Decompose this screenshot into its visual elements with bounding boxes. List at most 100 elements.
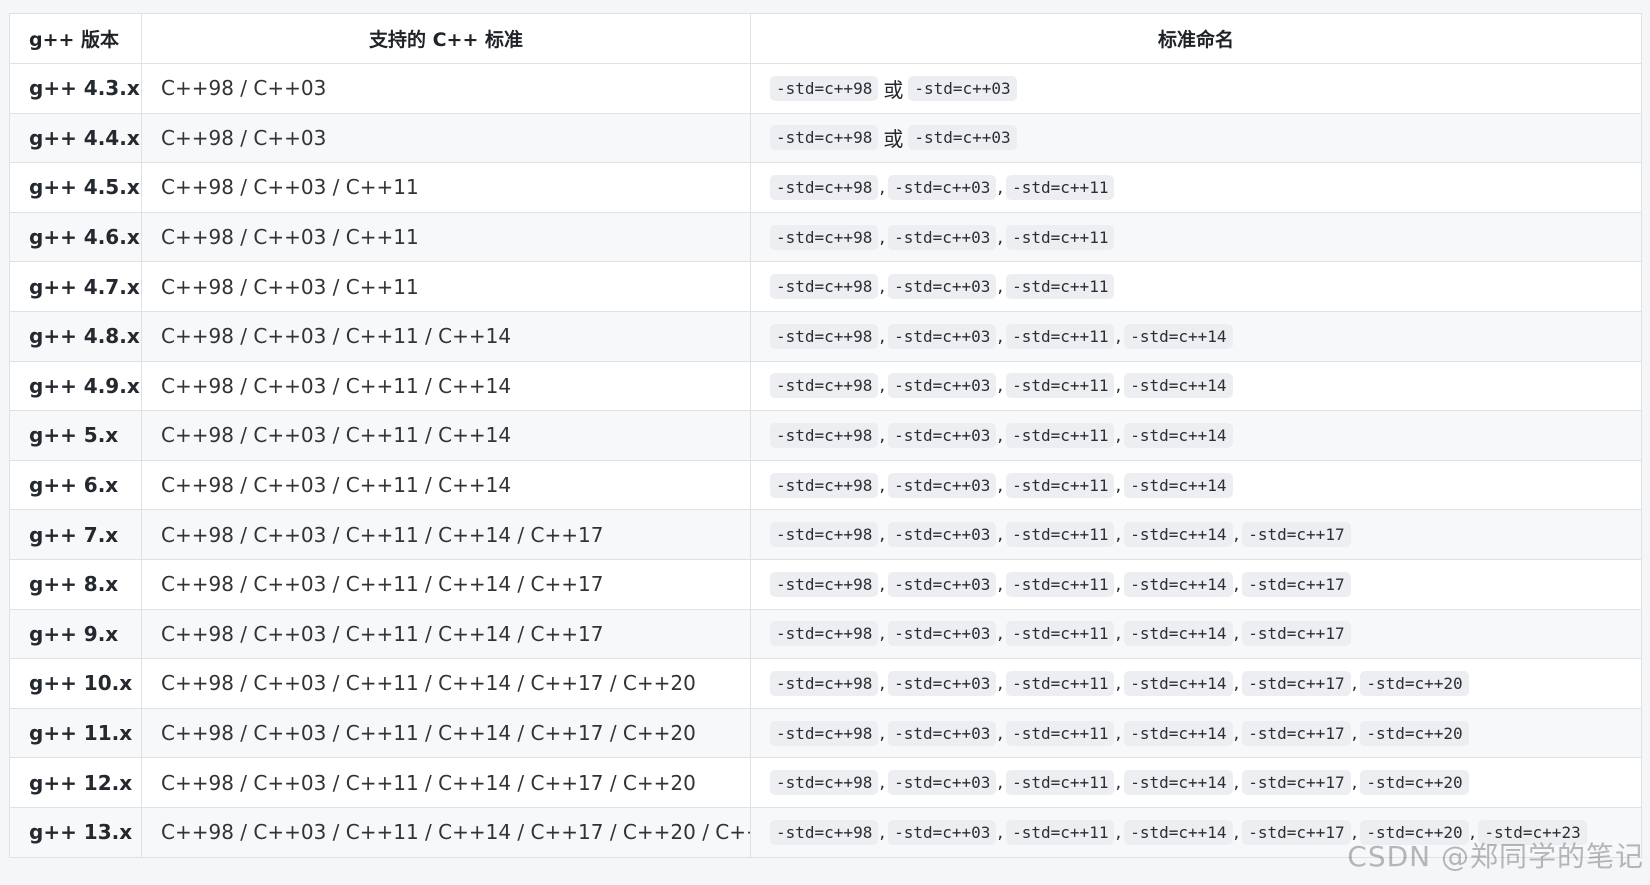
- gcc-version-cell: g++ 4.7.x: [9, 261, 142, 312]
- flag-separator: ,: [1115, 424, 1122, 446]
- supported-standards-cell: C++98 / C++03 / C++11 / C++14: [141, 310, 751, 362]
- flag-separator: ,: [1233, 821, 1240, 843]
- flag-separator: ,: [1233, 524, 1240, 546]
- std-flag-code: -std=c++17: [1242, 522, 1351, 548]
- std-flag-code: -std=c++03: [888, 174, 997, 200]
- flag-separator: ,: [879, 623, 886, 645]
- std-flag-code: -std=c++11: [1006, 819, 1115, 845]
- table-row: g++ 11.x C++98 / C++03 / C++11 / C++14 / …: [9, 707, 1642, 759]
- std-flag-code: -std=c++11: [1006, 174, 1115, 200]
- flag-separator: ,: [1351, 772, 1358, 794]
- gcc-version-cell: g++ 13.x: [9, 806, 142, 858]
- gcc-version-cell: g++ 10.x: [9, 658, 142, 709]
- flag-separator: ,: [997, 623, 1004, 645]
- std-flag-code: -std=c++98: [770, 75, 879, 101]
- flag-separator: ,: [879, 821, 886, 843]
- std-flag-code: -std=c++11: [1006, 522, 1115, 548]
- std-flag-code: -std=c++14: [1124, 422, 1233, 448]
- std-flag-code: -std=c++98: [770, 125, 879, 151]
- std-flags-cell: -std=c++98, -std=c++03, -std=c++11, -std=c+…: [750, 558, 1642, 610]
- table-row: g++ 10.x C++98 / C++03 / C++11 / C++14 / …: [9, 658, 1642, 709]
- std-flag-code: -std=c++98: [770, 819, 879, 845]
- std-flags-cell: -std=c++98, -std=c++03, -std=c++11: [750, 162, 1642, 213]
- flag-separator: ,: [1233, 623, 1240, 645]
- std-flags-cell: -std=c++98, -std=c++03, -std=c++11, -std=c+…: [750, 360, 1642, 412]
- flag-or-text: 或: [883, 77, 904, 102]
- flag-separator: ,: [1115, 722, 1122, 744]
- flag-separator: ,: [879, 722, 886, 744]
- std-flag-code: -std=c++98: [770, 224, 879, 250]
- supported-standards-cell: C++98 / C++03 / C++11 / C++14 / C++17: [141, 509, 751, 560]
- std-flags-cell: -std=c++98, -std=c++03, -std=c++11: [750, 211, 1642, 263]
- flag-separator: ,: [997, 722, 1004, 744]
- std-flag-code: -std=c++98: [770, 274, 879, 300]
- std-flag-code: -std=c++03: [888, 770, 997, 796]
- std-flag-code: -std=c++14: [1124, 571, 1233, 597]
- std-flag-code: -std=c++11: [1006, 770, 1115, 796]
- std-flag-code: -std=c++11: [1006, 323, 1115, 349]
- std-flag-code: -std=c++20: [1360, 720, 1469, 746]
- gcc-version-cell: g++ 9.x: [9, 608, 142, 660]
- std-flags-cell: -std=c++98 或 -std=c++03: [750, 63, 1642, 114]
- std-flag-code: -std=c++20: [1360, 670, 1469, 696]
- std-flag-code: -std=c++98: [770, 472, 879, 498]
- std-flag-code: -std=c++14: [1124, 621, 1233, 647]
- flag-separator: ,: [997, 772, 1004, 794]
- flag-separator: ,: [879, 226, 886, 248]
- supported-standards-cell: C++98 / C++03 / C++11: [141, 162, 751, 213]
- flag-separator: ,: [879, 772, 886, 794]
- std-flag-code: -std=c++98: [770, 770, 879, 796]
- std-flags-cell: -std=c++98, -std=c++03, -std=c++11, -std=c+…: [750, 707, 1642, 759]
- flag-separator: ,: [997, 276, 1004, 298]
- supported-standards-cell: C++98 / C++03 / C++11 / C++14 / C++17 / …: [141, 806, 751, 858]
- supported-standards-cell: C++98 / C++03 / C++11: [141, 261, 751, 312]
- std-flag-code: -std=c++03: [908, 75, 1017, 101]
- std-flag-code: -std=c++98: [770, 720, 879, 746]
- std-flags-cell: -std=c++98, -std=c++03, -std=c++11, -std=c+…: [750, 410, 1642, 461]
- gcc-version-cell: g++ 7.x: [9, 509, 142, 560]
- std-flag-code: -std=c++98: [770, 621, 879, 647]
- gcc-version-cell: g++ 5.x: [9, 410, 142, 461]
- std-flags-cell: -std=c++98, -std=c++03, -std=c++11, -std=c+…: [750, 459, 1642, 511]
- std-flag-code: -std=c++11: [1006, 373, 1115, 399]
- std-flag-code: -std=c++17: [1242, 819, 1351, 845]
- std-flag-code: -std=c++03: [888, 621, 997, 647]
- flag-or-text: 或: [883, 127, 904, 152]
- gcc-version-cell: g++ 6.x: [9, 459, 142, 511]
- gcc-version-cell: g++ 12.x: [9, 757, 142, 808]
- std-flag-code: -std=c++14: [1124, 472, 1233, 498]
- std-flag-code: -std=c++20: [1360, 770, 1469, 796]
- table-row: g++ 4.3.x C++98 / C++03 -std=c++98 或 -std=c+…: [9, 63, 1642, 114]
- flag-separator: ,: [997, 474, 1004, 496]
- gcc-standards-table: g++ 版本 支持的 C++ 标准 标准命名 g++ 4.3.x C++98 / …: [9, 13, 1642, 858]
- std-flag-code: -std=c++03: [888, 571, 997, 597]
- std-flag-code: -std=c++98: [770, 670, 879, 696]
- std-flag-code: -std=c++17: [1242, 770, 1351, 796]
- flag-separator: ,: [1233, 672, 1240, 694]
- std-flag-code: -std=c++03: [888, 522, 997, 548]
- gcc-version-cell: g++ 11.x: [9, 707, 142, 759]
- flag-separator: ,: [997, 573, 1004, 595]
- header-flags: 标准命名: [750, 13, 1642, 64]
- table-row: g++ 4.4.x C++98 / C++03 -std=c++98 或 -std=c+…: [9, 112, 1642, 164]
- table-row: g++ 4.8.x C++98 / C++03 / C++11 / C++14 -s…: [9, 310, 1642, 362]
- std-flag-code: -std=c++98: [770, 323, 879, 349]
- std-flag-code: -std=c++03: [888, 323, 997, 349]
- header-standards: 支持的 C++ 标准: [141, 13, 751, 64]
- std-flag-code: -std=c++14: [1124, 819, 1233, 845]
- gcc-version-cell: g++ 4.9.x: [9, 360, 142, 412]
- flag-separator: ,: [879, 176, 886, 198]
- std-flag-code: -std=c++03: [888, 422, 997, 448]
- std-flag-code: -std=c++11: [1006, 224, 1115, 250]
- gcc-version-cell: g++ 8.x: [9, 558, 142, 610]
- flag-separator: ,: [997, 672, 1004, 694]
- flag-separator: ,: [1115, 474, 1122, 496]
- table-row: g++ 9.x C++98 / C++03 / C++11 / C++14 / C…: [9, 608, 1642, 660]
- flag-separator: ,: [1115, 623, 1122, 645]
- std-flags-cell: -std=c++98, -std=c++03, -std=c++11, -std=c+…: [750, 608, 1642, 660]
- flag-separator: ,: [1233, 722, 1240, 744]
- table-header-row: g++ 版本 支持的 C++ 标准 标准命名: [9, 13, 1642, 64]
- flag-separator: ,: [997, 226, 1004, 248]
- std-flag-code: -std=c++98: [770, 571, 879, 597]
- table-row: g++ 4.6.x C++98 / C++03 / C++11 -std=c++98…: [9, 211, 1642, 263]
